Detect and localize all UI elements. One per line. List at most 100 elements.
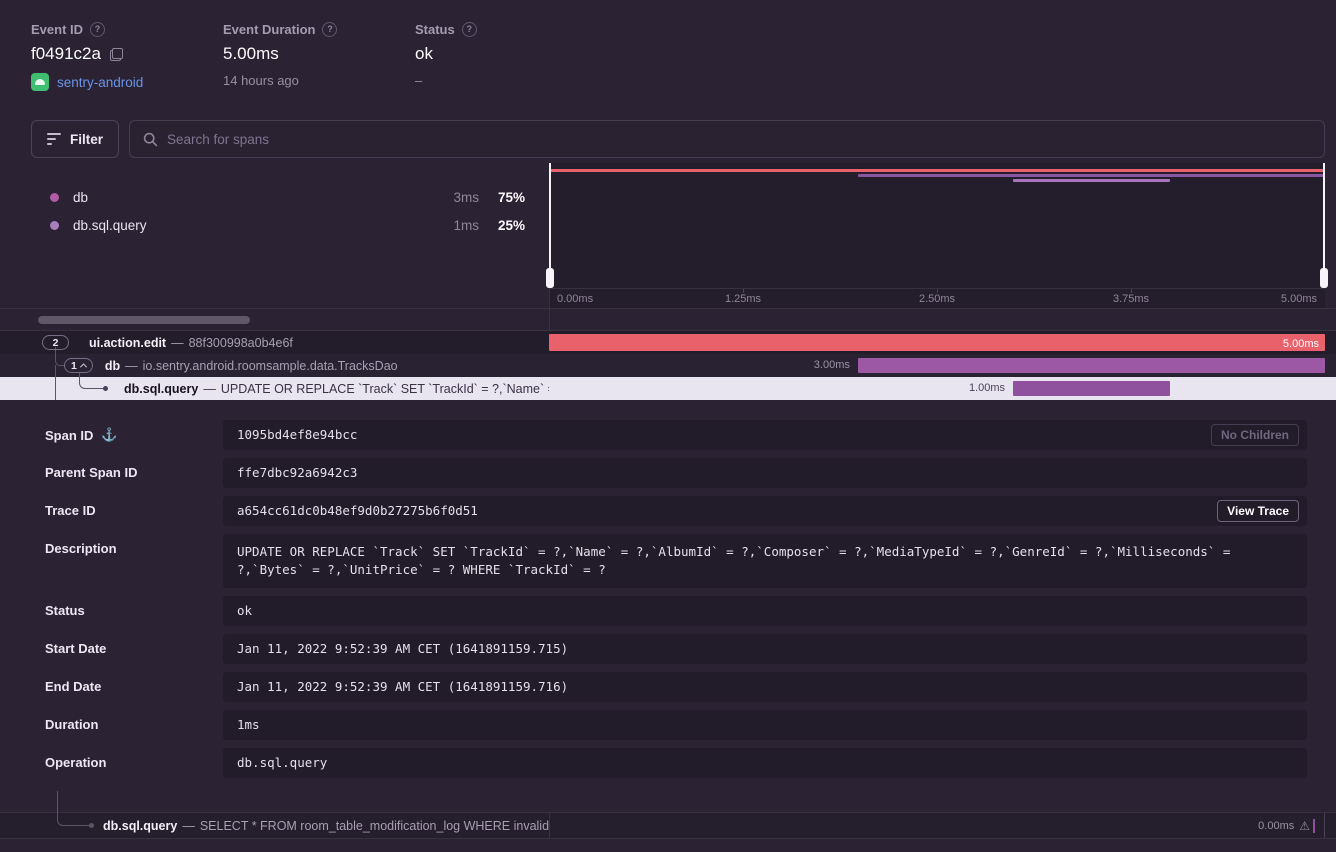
view-trace-button[interactable]: View Trace [1217, 500, 1299, 522]
detail-row-operation: Operation db.sql.query [0, 748, 1336, 778]
span-op: db [105, 359, 120, 373]
detail-label: Description [45, 541, 117, 556]
detail-value: Jan 11, 2022 9:52:39 AM CET (1641891159.… [237, 679, 568, 694]
search-icon [143, 132, 158, 147]
detail-value: Jan 11, 2022 9:52:39 AM CET (1641891159.… [237, 641, 568, 656]
tree-connector [55, 365, 56, 400]
op-duration: 1ms [453, 218, 479, 233]
no-children-button[interactable]: No Children [1211, 424, 1299, 446]
detail-value-box: a654cc61dc0b48ef9d0b27275b6f0d51 View Tr… [223, 496, 1307, 526]
span-bar[interactable]: 5.00ms [549, 334, 1325, 351]
event-duration-label: Event Duration [223, 22, 315, 37]
span-duration: 0.00ms [1258, 820, 1294, 832]
span-details-panel: Span ID ⚓ 1095bd4ef8e94bcc No Children P… [0, 420, 1336, 786]
time-axis: 0.00ms 1.25ms 2.50ms 3.75ms 5.00ms [549, 288, 1325, 308]
span-desc: UPDATE OR REPLACE `Track` SET `TrackId` … [221, 382, 549, 396]
status-label: Status [415, 22, 455, 37]
detail-row-start-date: Start Date Jan 11, 2022 9:52:39 AM CET (… [0, 634, 1336, 664]
help-icon[interactable]: ? [90, 22, 105, 37]
help-icon[interactable]: ? [322, 22, 337, 37]
op-percent: 25% [479, 218, 525, 233]
android-project-icon [31, 73, 49, 91]
detail-label: End Date [45, 679, 101, 694]
minimap-span-line [550, 169, 1324, 172]
detail-row-duration: Duration 1ms [0, 710, 1336, 740]
search-input[interactable] [167, 132, 1311, 147]
copy-icon[interactable] [110, 48, 123, 61]
span-bar[interactable] [858, 358, 1325, 373]
children-count-pill[interactable]: 1 [64, 358, 93, 373]
children-count-pill[interactable]: 2 [42, 335, 69, 350]
span-desc: SELECT * FROM room_table_modification_lo… [200, 819, 549, 833]
warning-icon[interactable]: ⚠ [1299, 819, 1310, 833]
detail-row-status: Status ok [0, 596, 1336, 626]
event-age: 14 hours ago [223, 73, 299, 88]
span-tree: 2 ui.action.edit—88f300998a0b4e6f 5.00ms… [0, 330, 1336, 399]
detail-value-box: Jan 11, 2022 9:52:39 AM CET (1641891159.… [223, 634, 1307, 664]
span-search [129, 120, 1325, 158]
span-duration: 5.00ms [1283, 338, 1325, 350]
axis-tick-label: 1.25ms [725, 289, 761, 309]
op-color-dot [50, 221, 59, 230]
event-id-label: Event ID [31, 22, 83, 37]
tree-scrollbar-thumb[interactable] [38, 316, 250, 324]
span-row-select-query[interactable]: db.sql.query—SELECT * FROM room_table_mo… [0, 812, 1336, 839]
event-header: Event ID ? f0491c2a sentry-android Event… [31, 22, 477, 91]
op-name: db.sql.query [73, 218, 147, 233]
span-bar [1313, 819, 1315, 833]
span-row-db-sql-query-selected[interactable]: db.sql.query—UPDATE OR REPLACE `Track` S… [0, 377, 1336, 400]
status-field: Status ? ok – [415, 22, 477, 91]
span-bar[interactable] [1013, 381, 1170, 396]
tree-timeline-divider [549, 813, 550, 838]
detail-value-box: ffe7dbc92a6942c3 [223, 458, 1307, 488]
detail-label: Span ID [45, 428, 93, 443]
axis-tick-label: 0.00ms [557, 289, 593, 309]
span-op: db.sql.query [124, 382, 198, 396]
detail-row-end-date: End Date Jan 11, 2022 9:52:39 AM CET (16… [0, 672, 1336, 702]
minimap-left-handle[interactable] [549, 163, 551, 288]
event-duration-value: 5.00ms [223, 44, 279, 64]
event-id-value: f0491c2a [31, 44, 101, 64]
minimap-span-line [1013, 179, 1170, 182]
detail-value-box: 1ms [223, 710, 1307, 740]
help-icon[interactable]: ? [462, 22, 477, 37]
anchor-icon[interactable]: ⚓ [101, 427, 117, 443]
tree-connector [79, 373, 105, 389]
chevron-up-icon [80, 363, 87, 370]
tree-connector [57, 791, 91, 826]
detail-value: 1ms [237, 717, 260, 732]
event-duration-field: Event Duration ? 5.00ms 14 hours ago [223, 22, 415, 91]
span-row-db[interactable]: 1 db—io.sentry.android.roomsample.data.T… [0, 354, 1336, 377]
detail-value-box: 1095bd4ef8e94bcc No Children [223, 420, 1307, 450]
detail-value-box: ok [223, 596, 1307, 626]
span-row-ui-action-edit[interactable]: 2 ui.action.edit—88f300998a0b4e6f 5.00ms [0, 331, 1336, 354]
span-desc: 88f300998a0b4e6f [189, 336, 293, 350]
span-op: db.sql.query [103, 819, 177, 833]
detail-label: Start Date [45, 641, 106, 656]
status-value: ok [415, 44, 433, 64]
detail-label: Parent Span ID [45, 465, 137, 480]
detail-value: UPDATE OR REPLACE `Track` SET `TrackId` … [237, 544, 1230, 577]
filter-button[interactable]: Filter [31, 120, 119, 158]
detail-value: ffe7dbc92a6942c3 [237, 465, 357, 480]
axis-tick-label: 5.00ms [1281, 289, 1317, 309]
filter-button-label: Filter [70, 132, 103, 147]
detail-row-trace-id: Trace ID a654cc61dc0b48ef9d0b27275b6f0d5… [0, 496, 1336, 526]
minimap-right-handle[interactable] [1323, 163, 1325, 288]
detail-row-parent-span-id: Parent Span ID ffe7dbc92a6942c3 [0, 458, 1336, 488]
detail-value-box: db.sql.query [223, 748, 1307, 778]
panel-right-edge [1324, 813, 1325, 838]
breakdown-row-db-sql-query[interactable]: db.sql.query 1ms 25% [0, 211, 549, 239]
breakdown-row-db[interactable]: db 3ms 75% [0, 183, 549, 211]
tree-connector-dot [89, 823, 94, 828]
status-sub: – [415, 73, 422, 88]
span-desc: io.sentry.android.roomsample.data.Tracks… [143, 359, 398, 373]
detail-label: Operation [45, 755, 106, 770]
project-link[interactable]: sentry-android [57, 75, 143, 90]
span-op: ui.action.edit [89, 336, 166, 350]
detail-label: Status [45, 603, 85, 618]
trace-minimap[interactable] [549, 163, 1325, 288]
detail-value: db.sql.query [237, 755, 327, 770]
axis-tick-label: 2.50ms [919, 289, 955, 309]
event-id-field: Event ID ? f0491c2a sentry-android [31, 22, 223, 91]
